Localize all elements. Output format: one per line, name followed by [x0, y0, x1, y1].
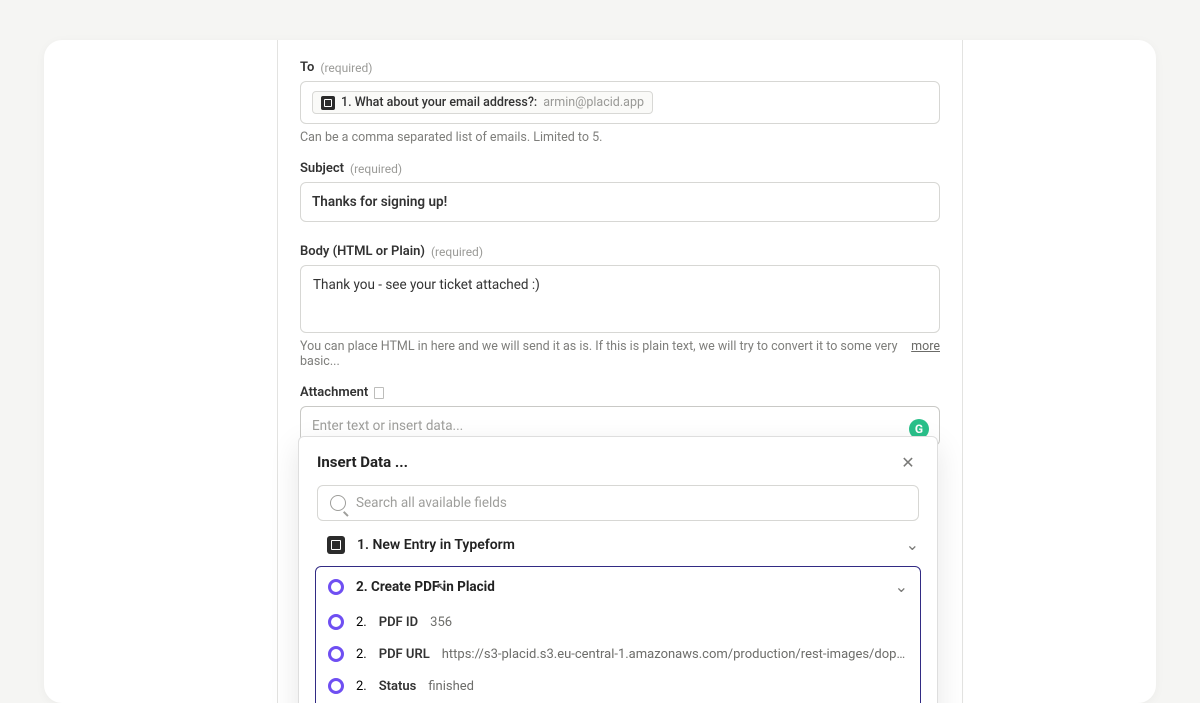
field-key: PDF ID: [379, 615, 418, 630]
field-to: To (required) 1. What about your email a…: [300, 60, 940, 145]
field-value: finished: [428, 679, 474, 694]
to-input[interactable]: 1. What about your email address?: armin…: [300, 81, 940, 124]
label-row-to: To (required): [300, 60, 940, 75]
label-to-required: (required): [320, 61, 372, 75]
body-more-link[interactable]: more: [911, 339, 940, 354]
source-placid-header[interactable]: 2. Create PDF in Placid ↖ ⌄: [316, 567, 920, 606]
label-body-required: (required): [431, 245, 483, 259]
label-attachment: Attachment: [300, 385, 368, 400]
typeform-step-icon: [321, 96, 335, 110]
field-subject: Subject (required) Thanks for signing up…: [300, 161, 940, 238]
field-key: PDF URL: [379, 647, 430, 662]
attachment-placeholder: Enter text or insert data...: [312, 418, 463, 434]
subject-value: Thanks for signing up!: [312, 194, 447, 210]
placid-icon: [328, 579, 344, 595]
popover-close-button[interactable]: ✕: [897, 451, 919, 473]
placid-icon: [328, 614, 344, 630]
field-pdf-id[interactable]: 2. PDF ID 356: [316, 606, 920, 638]
cursor-icon: ↖: [436, 580, 446, 594]
popover-search-placeholder: Search all available fields: [356, 495, 507, 511]
placid-icon: [328, 646, 344, 662]
label-subject: Subject: [300, 161, 344, 176]
label-body: Body (HTML or Plain): [300, 244, 425, 259]
to-help: Can be a comma separated list of emails.…: [300, 130, 940, 145]
label-to: To: [300, 60, 314, 75]
field-status[interactable]: 2. Status finished: [316, 670, 920, 702]
to-chip-step: 1.: [341, 95, 352, 110]
body-value: Thank you - see your ticket attached :): [313, 277, 540, 293]
source-typeform-row[interactable]: 1. New Entry in Typeform ⌄: [299, 521, 937, 566]
field-pdf-url[interactable]: 2. PDF URL https://s3-placid.s3.eu-centr…: [316, 638, 920, 670]
file-icon: [374, 387, 384, 399]
typeform-icon: [327, 536, 345, 554]
field-key: Status: [379, 679, 417, 694]
to-chip-question: What about your email address?:: [355, 95, 538, 110]
field-value: 356: [430, 615, 452, 630]
label-row-subject: Subject (required): [300, 161, 940, 176]
app-card: To (required) 1. What about your email a…: [44, 40, 1156, 703]
body-input[interactable]: Thank you - see your ticket attached :): [300, 265, 940, 333]
insert-data-popover: Insert Data ... ✕ Search all available f…: [298, 436, 938, 703]
source-typeform-label: 1. New Entry in Typeform: [357, 537, 894, 553]
label-subject-required: (required): [350, 162, 402, 176]
source-placid-box: 2. Create PDF in Placid ↖ ⌄ 2. PDF ID 35…: [315, 566, 921, 703]
placid-icon: [328, 678, 344, 694]
body-help: You can place HTML in here and we will s…: [300, 339, 899, 369]
subject-input[interactable]: Thanks for signing up!: [300, 182, 940, 222]
popover-search-input[interactable]: Search all available fields: [317, 485, 919, 521]
popover-title: Insert Data ...: [317, 453, 408, 471]
to-chip-answer: armin@placid.app: [543, 95, 644, 110]
source-placid-label: 2. Create PDF in Placid ↖: [356, 579, 883, 595]
field-body: Body (HTML or Plain) (required) Thank yo…: [300, 244, 940, 369]
field-value: https://s3-placid.s3.eu-central-1.amazon…: [442, 647, 908, 662]
close-icon: ✕: [901, 453, 914, 472]
chevron-down-icon: ⌄: [906, 535, 919, 554]
search-icon: [330, 495, 346, 511]
to-chip[interactable]: 1. What about your email address?: armin…: [312, 91, 653, 114]
popover-header: Insert Data ... ✕: [299, 451, 937, 485]
label-row-body: Body (HTML or Plain) (required): [300, 244, 940, 259]
chevron-down-icon: ⌄: [895, 577, 908, 596]
label-row-attachment: Attachment: [300, 385, 940, 400]
